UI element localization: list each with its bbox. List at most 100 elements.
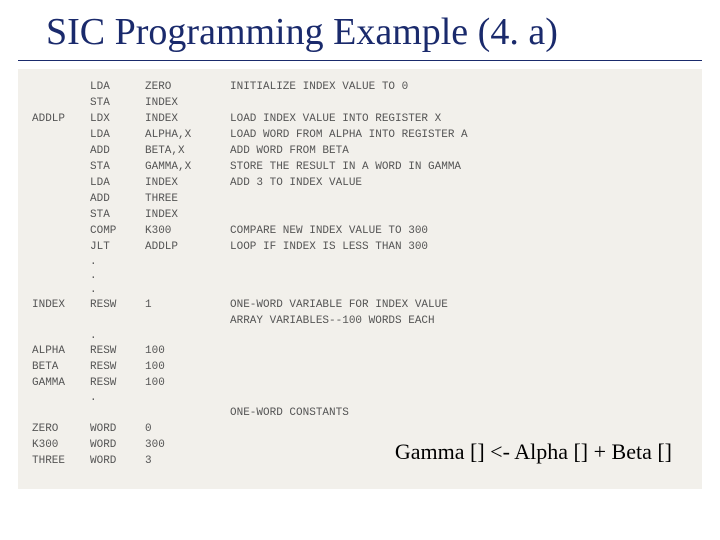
comment-col bbox=[230, 191, 688, 207]
opcode-col: RESW bbox=[90, 359, 145, 375]
code-row: ALPHARESW100 bbox=[32, 343, 688, 359]
opcode-col: ADD bbox=[90, 191, 145, 207]
label-col: ALPHA bbox=[32, 343, 90, 359]
label-col bbox=[32, 239, 90, 255]
label-col: BETA bbox=[32, 359, 90, 375]
comment-col bbox=[230, 375, 688, 391]
label-col: ZERO bbox=[32, 421, 90, 437]
operand-col: K300 bbox=[145, 223, 230, 239]
ellipsis-dot: . bbox=[32, 391, 688, 405]
label-col bbox=[32, 207, 90, 223]
operand-col: INDEX bbox=[145, 175, 230, 191]
label-col bbox=[32, 405, 90, 421]
opcode-col: JLT bbox=[90, 239, 145, 255]
label-col: ADDLP bbox=[32, 111, 90, 127]
operand-col: 100 bbox=[145, 359, 230, 375]
code-row: STAINDEX bbox=[32, 207, 688, 223]
code-row: LDAINDEXADD 3 TO INDEX VALUE bbox=[32, 175, 688, 191]
comment-col bbox=[230, 421, 688, 437]
opcode-col: COMP bbox=[90, 223, 145, 239]
operand-col: ADDLP bbox=[145, 239, 230, 255]
opcode-col: RESW bbox=[90, 297, 145, 313]
operand-col: INDEX bbox=[145, 95, 230, 111]
label-col: GAMMA bbox=[32, 375, 90, 391]
operand-col: 300 bbox=[145, 437, 230, 453]
operand-col: 100 bbox=[145, 343, 230, 359]
opcode-col bbox=[90, 405, 145, 421]
operand-col: ZERO bbox=[145, 79, 230, 95]
code-row: ZEROWORD0 bbox=[32, 421, 688, 437]
code-row: ADDLPLDXINDEXLOAD INDEX VALUE INTO REGIS… bbox=[32, 111, 688, 127]
comment-col: ADD WORD FROM BETA bbox=[230, 143, 688, 159]
comment-col: STORE THE RESULT IN A WORD IN GAMMA bbox=[230, 159, 688, 175]
label-col bbox=[32, 127, 90, 143]
comment-col: COMPARE NEW INDEX VALUE TO 300 bbox=[230, 223, 688, 239]
comment-col bbox=[230, 95, 688, 111]
comment-col: INITIALIZE INDEX VALUE TO 0 bbox=[230, 79, 688, 95]
comment-col bbox=[230, 207, 688, 223]
comment-col: LOAD INDEX VALUE INTO REGISTER X bbox=[230, 111, 688, 127]
operand-col bbox=[145, 405, 230, 421]
summary-expression: Gamma [] <- Alpha [] + Beta [] bbox=[395, 439, 672, 465]
comment-col: ONE-WORD CONSTANTS bbox=[230, 405, 688, 421]
comment-col bbox=[230, 359, 688, 375]
operand-col: 1 bbox=[145, 297, 230, 313]
label-col bbox=[32, 175, 90, 191]
label-col bbox=[32, 159, 90, 175]
code-row: COMPK300COMPARE NEW INDEX VALUE TO 300 bbox=[32, 223, 688, 239]
comment-col: ONE-WORD VARIABLE FOR INDEX VALUE bbox=[230, 297, 688, 313]
code-row: GAMMARESW100 bbox=[32, 375, 688, 391]
opcode-col: WORD bbox=[90, 453, 145, 469]
code-row: STAGAMMA,XSTORE THE RESULT IN A WORD IN … bbox=[32, 159, 688, 175]
ellipsis-dot: . bbox=[32, 255, 688, 269]
comment-col: ADD 3 TO INDEX VALUE bbox=[230, 175, 688, 191]
opcode-col: STA bbox=[90, 95, 145, 111]
opcode-col: LDA bbox=[90, 127, 145, 143]
operand-col: ALPHA,X bbox=[145, 127, 230, 143]
opcode-col: LDA bbox=[90, 175, 145, 191]
ellipsis-dot: . bbox=[32, 329, 688, 343]
code-row: LDAALPHA,XLOAD WORD FROM ALPHA INTO REGI… bbox=[32, 127, 688, 143]
operand-col: GAMMA,X bbox=[145, 159, 230, 175]
opcode-col: WORD bbox=[90, 421, 145, 437]
code-row: ONE-WORD CONSTANTS bbox=[32, 405, 688, 421]
opcode-col: STA bbox=[90, 159, 145, 175]
code-row: JLTADDLPLOOP IF INDEX IS LESS THAN 300 bbox=[32, 239, 688, 255]
label-col bbox=[32, 191, 90, 207]
operand-col: 100 bbox=[145, 375, 230, 391]
comment-col: LOOP IF INDEX IS LESS THAN 300 bbox=[230, 239, 688, 255]
operand-col: INDEX bbox=[145, 111, 230, 127]
code-row: BETARESW100 bbox=[32, 359, 688, 375]
opcode-col: RESW bbox=[90, 375, 145, 391]
operand-col bbox=[145, 313, 230, 329]
opcode-col: WORD bbox=[90, 437, 145, 453]
code-row: ADDTHREE bbox=[32, 191, 688, 207]
operand-col: THREE bbox=[145, 191, 230, 207]
slide-title: SIC Programming Example (4. a) bbox=[18, 0, 702, 61]
label-col bbox=[32, 313, 90, 329]
label-col bbox=[32, 143, 90, 159]
opcode-col: ADD bbox=[90, 143, 145, 159]
label-col bbox=[32, 223, 90, 239]
ellipsis-dot: . bbox=[32, 269, 688, 283]
operand-col: 0 bbox=[145, 421, 230, 437]
opcode-col: STA bbox=[90, 207, 145, 223]
label-col: INDEX bbox=[32, 297, 90, 313]
ellipsis-dot: . bbox=[32, 283, 688, 297]
label-col bbox=[32, 95, 90, 111]
code-row: LDAZEROINITIALIZE INDEX VALUE TO 0 bbox=[32, 79, 688, 95]
opcode-col: LDX bbox=[90, 111, 145, 127]
opcode-col: RESW bbox=[90, 343, 145, 359]
comment-col: ARRAY VARIABLES--100 WORDS EACH bbox=[230, 313, 688, 329]
code-row: ARRAY VARIABLES--100 WORDS EACH bbox=[32, 313, 688, 329]
code-row: ADDBETA,XADD WORD FROM BETA bbox=[32, 143, 688, 159]
operand-col: INDEX bbox=[145, 207, 230, 223]
code-row: INDEXRESW1ONE-WORD VARIABLE FOR INDEX VA… bbox=[32, 297, 688, 313]
comment-col bbox=[230, 343, 688, 359]
comment-col: LOAD WORD FROM ALPHA INTO REGISTER A bbox=[230, 127, 688, 143]
code-row: STAINDEX bbox=[32, 95, 688, 111]
opcode-col bbox=[90, 313, 145, 329]
code-listing: LDAZEROINITIALIZE INDEX VALUE TO 0STAIND… bbox=[18, 69, 702, 489]
operand-col: BETA,X bbox=[145, 143, 230, 159]
operand-col: 3 bbox=[145, 453, 230, 469]
